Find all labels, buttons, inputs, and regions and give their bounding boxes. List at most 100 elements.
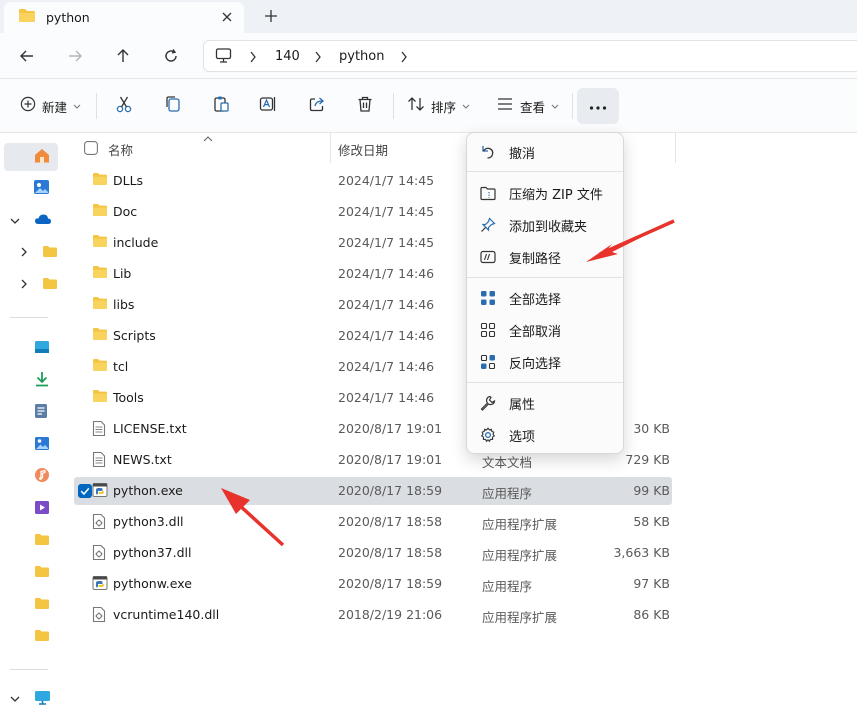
- menu-item-copy-path[interactable]: 复制路径: [471, 243, 619, 271]
- sidebar-item-this-pc[interactable]: [10, 685, 51, 710]
- chevron-right-icon[interactable]: [20, 246, 28, 261]
- file-name: include: [113, 235, 159, 250]
- table-row[interactable]: pythonw.exe 2020/8/17 18:59 应用程序 97 KB: [74, 570, 672, 598]
- column-date[interactable]: 修改日期: [338, 140, 388, 159]
- sidebar-item-downloads[interactable]: [34, 367, 50, 395]
- rename-button[interactable]: [259, 95, 277, 117]
- sidebar-item-folder-6[interactable]: [34, 623, 50, 651]
- clipboard-icon: [212, 95, 230, 117]
- folder-icon: [92, 389, 108, 407]
- chevron-down-icon[interactable]: [10, 214, 20, 229]
- column-name[interactable]: 名称: [108, 140, 133, 159]
- file-date: 2020/8/17 18:58: [338, 545, 443, 560]
- file-name: tcl: [113, 359, 129, 374]
- sidebar-item-folder-2[interactable]: [20, 271, 58, 299]
- sidebar-item-folder-1[interactable]: [20, 239, 58, 267]
- sidebar-item-music[interactable]: [34, 463, 50, 491]
- back-icon[interactable]: [16, 45, 38, 67]
- scissors-icon: [115, 95, 133, 117]
- chevron-down-icon: [73, 99, 81, 114]
- sort-button[interactable]: 排序: [407, 95, 470, 117]
- menu-item-select-none[interactable]: 全部取消: [471, 316, 619, 344]
- tab-bar: python: [0, 0, 857, 33]
- menu-item-undo[interactable]: 撤消: [471, 138, 619, 166]
- share-icon: [308, 95, 326, 117]
- file-date: 2020/8/17 18:59: [338, 576, 443, 591]
- sidebar-item-folder-5[interactable]: [34, 591, 50, 619]
- see-more-button[interactable]: [577, 88, 619, 124]
- column-divider[interactable]: [330, 133, 331, 163]
- breadcrumb-python[interactable]: python: [339, 49, 384, 64]
- table-row[interactable]: python.exe 2020/8/17 18:59 应用程序 99 KB: [74, 477, 672, 505]
- file-size: 97 KB: [633, 576, 670, 591]
- column-divider[interactable]: [675, 133, 676, 163]
- onedrive-cloud-icon: [34, 213, 52, 229]
- close-tab-icon[interactable]: [218, 8, 236, 26]
- sidebar-item-folder-3[interactable]: [34, 527, 50, 555]
- forward-icon[interactable]: [64, 45, 86, 67]
- file-date: 2024/1/7 14:45: [338, 235, 435, 250]
- sidebar-item-pictures[interactable]: [34, 431, 50, 459]
- download-icon: [34, 371, 50, 391]
- folder-icon: [92, 296, 108, 314]
- sidebar-divider: [10, 317, 48, 318]
- sidebar-item-home[interactable]: [4, 143, 58, 171]
- table-row[interactable]: python37.dll 2020/8/17 18:58 应用程序扩展 3,663 K…: [74, 539, 672, 567]
- sidebar-item-folder-4[interactable]: [34, 559, 50, 587]
- folder-icon: [92, 203, 108, 221]
- python-exe-icon: [92, 575, 108, 595]
- select-all-checkbox[interactable]: [84, 141, 98, 159]
- file-name: Doc: [113, 204, 138, 219]
- sidebar-item-documents[interactable]: [34, 399, 48, 427]
- desktop-icon: [34, 340, 50, 358]
- share-button[interactable]: [308, 95, 326, 117]
- cut-button[interactable]: [115, 95, 133, 117]
- sidebar-item-gallery[interactable]: [33, 175, 50, 203]
- sidebar-item-desktop[interactable]: [34, 335, 50, 363]
- file-name: python3.dll: [113, 514, 184, 529]
- menu-divider: [467, 171, 623, 172]
- file-name: Scripts: [113, 328, 156, 343]
- chevron-right-icon[interactable]: [400, 51, 408, 67]
- gallery-icon: [33, 179, 50, 199]
- properties-icon: [479, 394, 497, 412]
- menu-divider: [467, 382, 623, 383]
- folder-icon: [42, 245, 58, 262]
- up-icon[interactable]: [112, 45, 134, 67]
- refresh-icon[interactable]: [160, 45, 182, 67]
- sidebar-item-onedrive[interactable]: [10, 207, 52, 235]
- tab-python[interactable]: python: [4, 2, 244, 33]
- address-bar[interactable]: 140 python: [203, 40, 857, 72]
- navigation-pane: [0, 133, 58, 710]
- row-checkbox[interactable]: [78, 484, 92, 502]
- folder-icon: [34, 565, 50, 582]
- menu-item-add-to-favorites[interactable]: 添加到收藏夹: [471, 211, 619, 239]
- paste-button[interactable]: [212, 95, 230, 117]
- new-tab-icon[interactable]: [262, 7, 280, 25]
- menu-item-invert-selection[interactable]: 反向选择: [471, 348, 619, 376]
- menu-item-select-all[interactable]: 全部选择: [471, 284, 619, 312]
- chevron-down-icon[interactable]: [10, 692, 20, 707]
- copy-icon: [164, 95, 182, 117]
- file-type: 文本文档: [482, 455, 533, 470]
- home-icon: [33, 147, 51, 168]
- table-row[interactable]: python3.dll 2020/8/17 18:58 应用程序扩展 58 KB: [74, 508, 672, 536]
- sidebar-item-videos[interactable]: [34, 495, 50, 523]
- command-bar: 新建 排序 查看: [0, 79, 857, 133]
- menu-item-compress-zip[interactable]: 压缩为 ZIP 文件: [471, 179, 619, 207]
- menu-label: 全部取消: [509, 324, 562, 340]
- menu-item-options[interactable]: 选项: [471, 421, 619, 449]
- view-button[interactable]: 查看: [496, 95, 559, 117]
- table-row[interactable]: vcruntime140.dll 2018/2/19 21:06 应用程序扩展 86 …: [74, 601, 672, 629]
- chevron-right-icon[interactable]: [20, 278, 28, 293]
- copy-button[interactable]: [164, 95, 182, 117]
- view-list-icon: [496, 97, 514, 115]
- delete-button[interactable]: [356, 95, 374, 117]
- new-button[interactable]: 新建: [20, 95, 81, 117]
- menu-item-properties[interactable]: 属性: [471, 389, 619, 417]
- plus-circle-icon: [20, 96, 36, 116]
- undo-icon: [479, 143, 497, 161]
- breadcrumb-140[interactable]: 140: [275, 49, 300, 64]
- zip-icon: [479, 184, 497, 202]
- menu-label: 压缩为 ZIP 文件: [509, 187, 603, 203]
